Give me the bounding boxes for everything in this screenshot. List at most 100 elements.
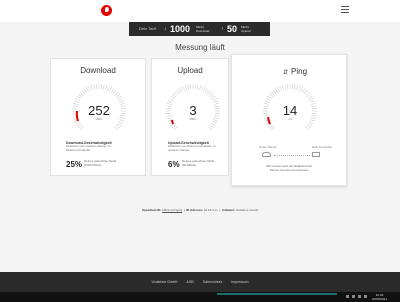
footer-link-agb[interactable]: AGB [186, 280, 193, 284]
download-percent: 25% [66, 160, 83, 169]
tariff-download-value: 1000 [170, 24, 191, 34]
ping-title: Ping [291, 67, 308, 76]
gauge-tick [305, 126, 310, 131]
ip-label: IP-Adresse: [186, 208, 203, 212]
gauge-tick [211, 122, 216, 127]
taskbar: 10:46 20/05/2021 [0, 292, 400, 302]
gauge-tick [301, 88, 306, 93]
gauge-tick [211, 95, 216, 100]
tray-icon-3[interactable] [358, 295, 361, 298]
gauge-tick [212, 121, 217, 124]
gauge-tick [115, 93, 121, 98]
gauge-tick [79, 126, 84, 131]
download-gauge: 252 Mbit/s [69, 81, 129, 141]
ping-title-row: ⇵ Ping [238, 67, 352, 76]
gauge-tick [77, 124, 83, 129]
gauge-tick [308, 95, 313, 100]
gauge-tick [169, 98, 174, 101]
tariff-download-unit: Mbit/s Download [196, 25, 209, 33]
speedtest-id-label: Speedtest-ID: [141, 208, 162, 212]
tray-icon-2[interactable] [352, 295, 355, 298]
gauge-tick [81, 89, 86, 95]
gauge-tick [300, 87, 303, 92]
ping-unit: ms [288, 118, 292, 121]
gauge-tick [170, 95, 175, 100]
gauge-tick [117, 122, 122, 127]
gauge-tick [86, 87, 89, 92]
gauge-tick [93, 84, 96, 90]
download-unit: Mbit/s [95, 118, 103, 121]
tariff-upload-value: 50 [227, 24, 238, 34]
gauge-tick [308, 122, 313, 127]
provider-value: Vodafone GmbH [235, 208, 259, 212]
upload-unit: Mbit/s [189, 118, 197, 121]
upload-title: Upload [177, 66, 203, 75]
menu-icon[interactable] [341, 6, 349, 14]
gauge-tick [203, 87, 206, 92]
ping-text: Wir messen jetzt die Reaktionszeit Deines… [232, 164, 346, 172]
tray-icon-1[interactable] [346, 295, 349, 298]
gauge-tick [272, 89, 277, 95]
gauge-tick [105, 85, 108, 91]
speedtest-id-value[interactable]: b8mLrxpTqpzg [162, 208, 182, 212]
upload-percent-desc: Deines gebuchten Tarifs (50 Mbit/s) [182, 159, 214, 167]
gauge-tick [268, 93, 274, 98]
gauge-tick [201, 85, 204, 91]
ping-gauge: 14 ms [260, 81, 320, 141]
gauge-tick [293, 84, 296, 90]
gauge-tick [88, 85, 91, 91]
gauge-tick [209, 124, 215, 129]
gauge-tick [212, 98, 217, 101]
download-value: 252 [88, 103, 110, 118]
gauge-tick [83, 88, 88, 93]
gauge-tick [306, 124, 312, 129]
download-percent-desc-line2: (1000 Mbit/s) [84, 162, 102, 167]
page-title: Messung läuft [175, 43, 225, 52]
upload-gauge: 3 Mbit/s [163, 81, 223, 141]
upload-arrow-icon: ↑ [221, 26, 224, 32]
gauge-tick [284, 84, 287, 90]
gauge-tick [309, 98, 314, 101]
upload-card: Upload 3 Mbit/s Upload-Geschwindigkeit Z… [151, 58, 229, 176]
header [0, 0, 400, 22]
gauge-tick [75, 98, 80, 101]
tray-icon-4[interactable] [364, 295, 367, 298]
gauge-tick [266, 98, 271, 101]
gauge-tick [305, 91, 310, 96]
gauge-tick [180, 87, 183, 92]
tariff-download-unit-bottom: Download [196, 29, 210, 33]
footer: Vodafone GmbH AGB Datenschutz Impressum [0, 272, 400, 292]
gauge-tick [184, 85, 187, 91]
vodafone-logo[interactable] [101, 5, 112, 16]
gauge-tick [115, 124, 121, 129]
gauge-tick [279, 85, 282, 91]
gauge-tick [79, 91, 84, 96]
gauge-tick [270, 126, 275, 131]
gauge-tick [175, 89, 180, 95]
footer-link-datenschutz[interactable]: Datenschutz [203, 280, 222, 284]
ping-icon: ⇵ [282, 70, 288, 76]
gauge-tick [118, 98, 123, 101]
taskbar-date: 20/05/2021 [372, 297, 388, 301]
gauge-tick [171, 124, 177, 129]
download-title: Download [80, 66, 116, 75]
upload-percent-desc-line2: (50 Mbit/s) [182, 162, 197, 167]
tariff-upload-unit-bottom: Upload [241, 29, 251, 33]
gauge-tick [110, 88, 115, 93]
gauge-tick [112, 89, 117, 95]
taskbar-progress [217, 293, 337, 295]
computer-icon [312, 152, 320, 157]
page: Dein Tarif ↓ 1000 Mbit/s Download ↑ 50 Mb… [0, 0, 400, 302]
gauge-tick [109, 87, 112, 92]
download-percent-desc: Deines gebuchten Tarifs (1000 Mbit/s) [84, 159, 116, 167]
gauge-tick [270, 91, 275, 96]
taskbar-clock[interactable]: 10:46 20/05/2021 [372, 293, 387, 301]
gauge-tick [118, 121, 123, 124]
footer-link-impressum[interactable]: Impressum [231, 280, 248, 284]
gauge-tick [177, 88, 182, 93]
footer-link-vodafone[interactable]: Vodafone GmbH [151, 280, 177, 284]
gauge-tick [208, 126, 213, 131]
gauge-tick [208, 91, 213, 96]
gauge-tick [107, 85, 110, 91]
gauge-tick [277, 87, 280, 92]
